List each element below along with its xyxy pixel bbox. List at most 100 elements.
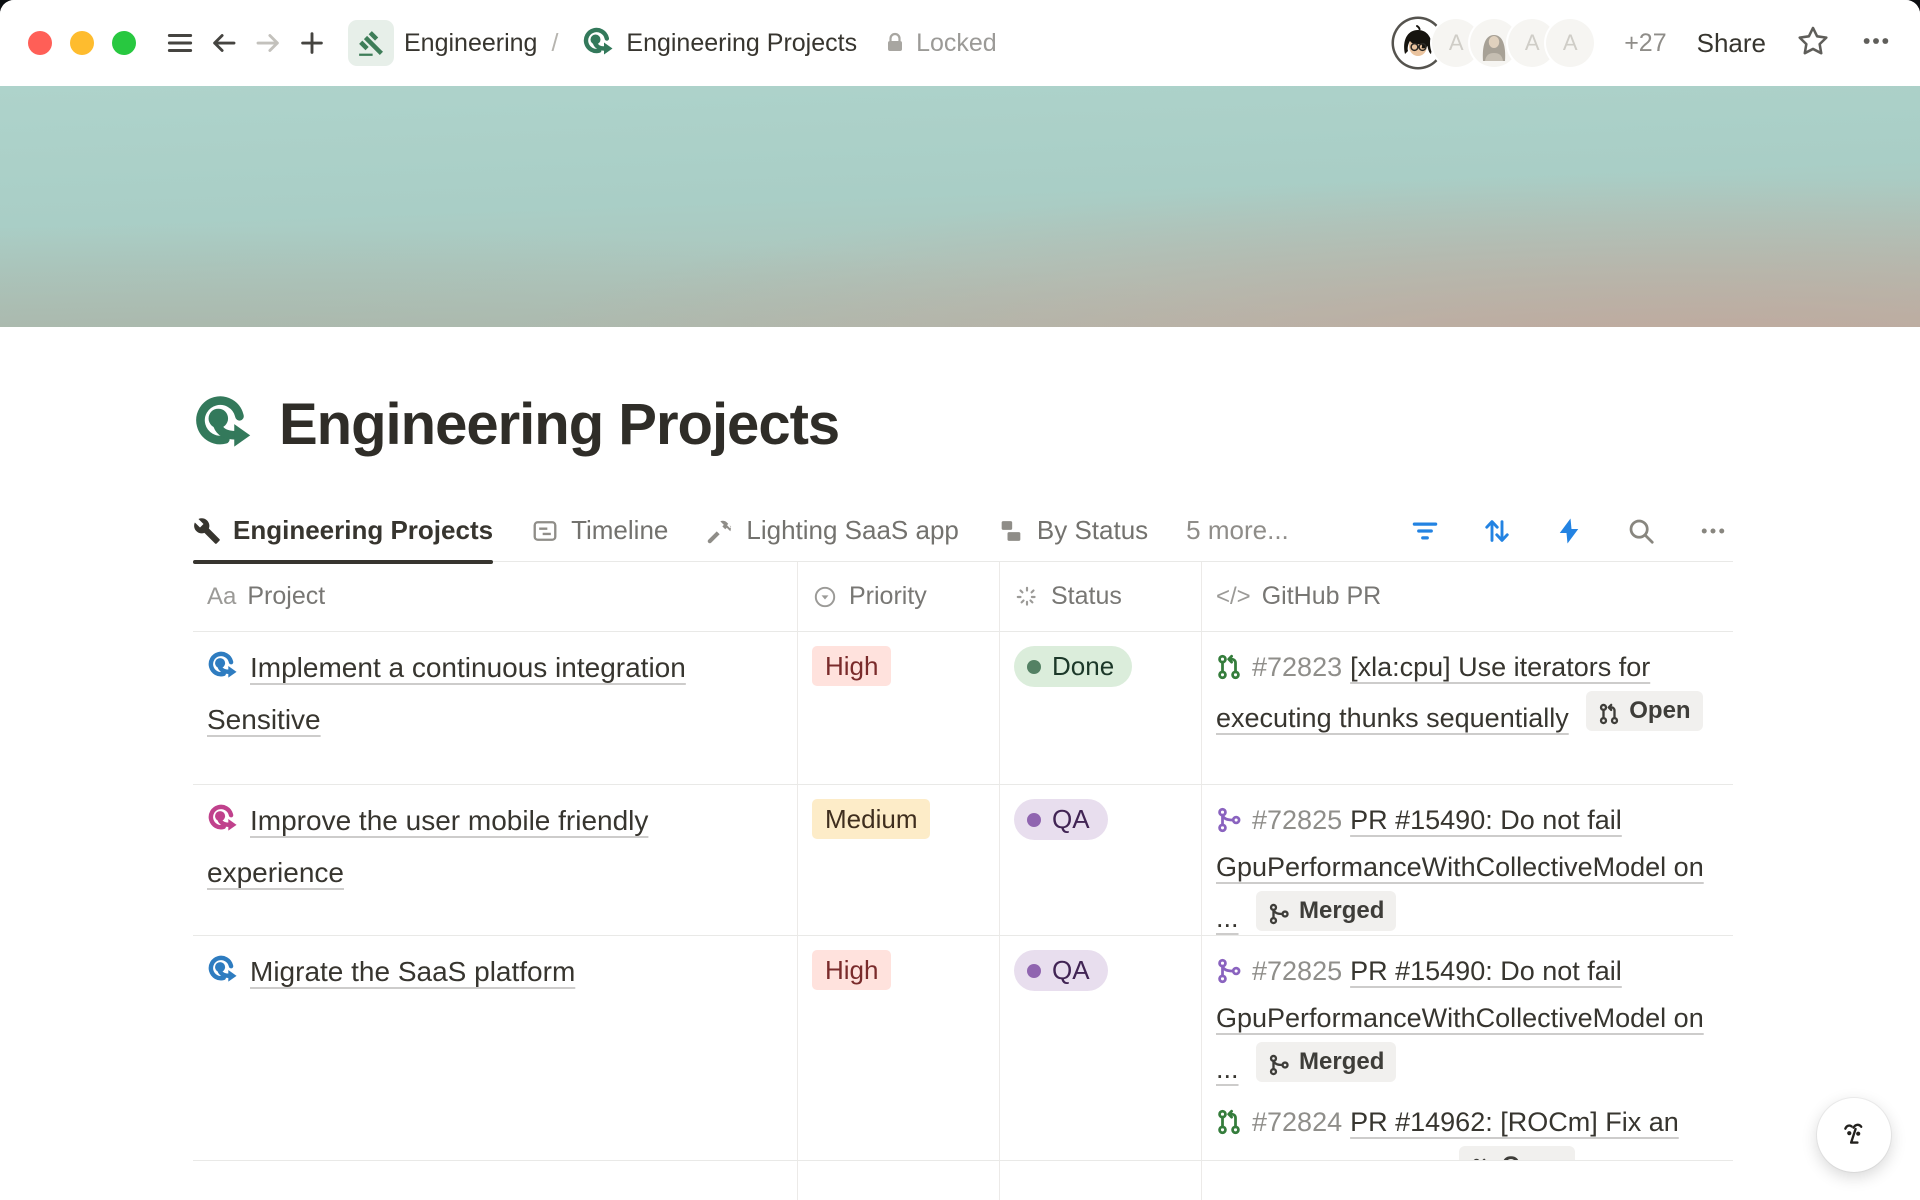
- notion-face-icon: [1833, 1114, 1875, 1156]
- status-dot-icon: [1027, 660, 1041, 674]
- pr-state-badge: Open: [1586, 691, 1702, 731]
- avatar[interactable]: [1470, 19, 1518, 67]
- github-pr-cell[interactable]: #72825PR #15490: Do not fail GpuPerforma…: [1201, 785, 1733, 935]
- column-header-github-pr[interactable]: </> GitHub PR: [1201, 562, 1733, 631]
- status-label: Done: [1052, 649, 1114, 684]
- pr-number: #72825: [1252, 805, 1342, 835]
- project-link[interactable]: Improve the user mobile friendly experie…: [207, 805, 648, 888]
- priority-pill[interactable]: High: [812, 950, 891, 990]
- github-pr-cell[interactable]: #72823[xla:cpu] Use iterators for execut…: [1201, 632, 1733, 784]
- search-icon[interactable]: [1621, 511, 1661, 551]
- pull-request-open-icon: [1216, 1103, 1242, 1129]
- column-header-priority[interactable]: Priority: [797, 562, 999, 631]
- page-cover-image: [0, 86, 1920, 327]
- pr-state-label: Merged: [1299, 893, 1384, 929]
- status-pill[interactable]: QA: [1014, 799, 1108, 840]
- tab-by-status[interactable]: By Status: [997, 500, 1148, 562]
- view-tab-bar: Engineering Projects Timeline Lighting S…: [193, 500, 1733, 562]
- pr-state-badge: Merged: [1256, 1042, 1396, 1082]
- pr-state-badge: Merged: [1256, 891, 1396, 931]
- timeline-icon: [531, 517, 559, 545]
- priority-cell[interactable]: High: [797, 936, 999, 1160]
- pr-state-label: Open: [1502, 1148, 1563, 1160]
- pull-request-open-icon: [1216, 648, 1242, 674]
- ai-assistant-button[interactable]: [1817, 1098, 1891, 1172]
- tab-more-views[interactable]: 5 more...: [1186, 500, 1289, 562]
- status-cell[interactable]: QA: [999, 936, 1201, 1160]
- pr-entry: #72824PR #14962: [ROCm] Fix an issue wit…: [1216, 1099, 1719, 1160]
- table-row[interactable]: Migrate the SaaS platform High QA: [193, 936, 1733, 1161]
- breadcrumb-separator: /: [551, 29, 558, 58]
- pr-entry: #72825PR #15490: Do not fail GpuPerforma…: [1216, 797, 1719, 935]
- project-cell[interactable]: Implement a continuous integration Sensi…: [193, 632, 797, 784]
- workspace-hammer-icon[interactable]: [348, 20, 394, 66]
- hammer-icon: [706, 517, 734, 545]
- pull-request-open-icon: [1598, 700, 1620, 722]
- priority-cell[interactable]: Medium: [797, 785, 999, 935]
- git-merge-icon: [1216, 952, 1242, 978]
- lock-status[interactable]: Locked: [883, 29, 997, 58]
- table-row[interactable]: Implement a continuous integration Sensi…: [193, 632, 1733, 785]
- breadcrumb-workspace[interactable]: Engineering: [404, 29, 537, 58]
- breadcrumb-page[interactable]: Engineering Projects: [626, 29, 857, 58]
- pr-entry: #72825PR #15490: Do not fail GpuPerforma…: [1216, 948, 1719, 1093]
- sort-icon[interactable]: [1477, 511, 1517, 551]
- project-loop-icon: [207, 651, 238, 682]
- status-cell[interactable]: QA: [999, 785, 1201, 935]
- title-row: Engineering Projects: [193, 391, 1733, 458]
- github-pr-cell[interactable]: #72825PR #15490: Do not fail GpuPerforma…: [1201, 936, 1733, 1160]
- status-spinner-icon: [1014, 584, 1040, 610]
- priority-pill[interactable]: Medium: [812, 799, 930, 839]
- avatar[interactable]: A: [1546, 19, 1594, 67]
- priority-pill[interactable]: High: [812, 646, 891, 686]
- tab-engineering-projects[interactable]: Engineering Projects: [193, 500, 493, 562]
- page-loop-icon-large[interactable]: [193, 395, 253, 455]
- collaborator-overflow-count[interactable]: +27: [1624, 29, 1666, 58]
- table-more-options-icon[interactable]: [1693, 511, 1733, 551]
- table-row[interactable]: Improve the user mobile friendly experie…: [193, 785, 1733, 936]
- status-dot-icon: [1027, 813, 1041, 827]
- project-loop-icon: [207, 955, 238, 986]
- project-loop-icon: [207, 804, 238, 835]
- pull-request-open-icon: [1471, 1155, 1493, 1160]
- project-link[interactable]: Implement a continuous integration Sensi…: [207, 652, 686, 735]
- zoom-window-button[interactable]: [112, 31, 136, 55]
- toolbar-right: A A A +27 Share: [1394, 19, 1892, 67]
- collaborator-avatars[interactable]: A A A: [1394, 19, 1594, 67]
- filter-icon[interactable]: [1405, 511, 1445, 551]
- locked-label: Locked: [916, 29, 997, 58]
- app-window: Engineering / Engineering Projects Locke…: [0, 0, 1920, 1200]
- new-page-icon[interactable]: [290, 21, 334, 65]
- favorite-star-icon[interactable]: [1796, 24, 1830, 63]
- tab-timeline[interactable]: Timeline: [531, 500, 668, 562]
- automation-lightning-icon[interactable]: [1549, 511, 1589, 551]
- status-pill[interactable]: QA: [1014, 950, 1108, 991]
- page-content: Engineering Projects Engineering Project…: [193, 391, 1733, 1200]
- column-header-status[interactable]: Status: [999, 562, 1201, 631]
- column-header-project[interactable]: Aa Project: [193, 562, 797, 631]
- status-label: QA: [1052, 953, 1090, 988]
- forward-icon[interactable]: [246, 21, 290, 65]
- status-pill[interactable]: Done: [1014, 646, 1132, 687]
- project-link[interactable]: Migrate the SaaS platform: [250, 956, 575, 987]
- priority-cell[interactable]: High: [797, 632, 999, 784]
- lock-icon: [883, 31, 907, 55]
- minimize-window-button[interactable]: [70, 31, 94, 55]
- back-icon[interactable]: [202, 21, 246, 65]
- menu-icon[interactable]: [158, 21, 202, 65]
- window-controls: [28, 31, 136, 55]
- project-cell[interactable]: Migrate the SaaS platform: [193, 936, 797, 1160]
- status-cell[interactable]: Done: [999, 632, 1201, 784]
- wrench-icon: [193, 517, 221, 545]
- share-button[interactable]: Share: [1697, 28, 1766, 59]
- pr-state-badge: Open: [1459, 1146, 1575, 1160]
- page-loop-icon: [582, 27, 614, 59]
- pr-state-label: Open: [1629, 693, 1690, 729]
- close-window-button[interactable]: [28, 31, 52, 55]
- project-cell[interactable]: Improve the user mobile friendly experie…: [193, 785, 797, 935]
- status-dot-icon: [1027, 964, 1041, 978]
- partial-table-row: [193, 1161, 1733, 1200]
- status-label: QA: [1052, 802, 1090, 837]
- tab-lighting-saas-app[interactable]: Lighting SaaS app: [706, 500, 959, 562]
- more-options-icon[interactable]: [1860, 25, 1892, 62]
